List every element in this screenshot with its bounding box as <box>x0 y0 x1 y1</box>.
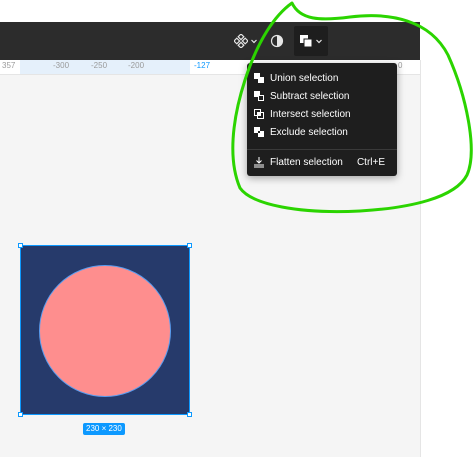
union-icon <box>254 73 264 83</box>
ellipse-shape[interactable] <box>39 265 171 397</box>
exclude-icon <box>254 127 264 137</box>
ruler-label: -300 <box>53 61 70 70</box>
ruler-label: 357 <box>2 61 16 70</box>
menu-item-label: Intersect selection <box>270 108 351 120</box>
boolean-operations-icon <box>299 35 312 48</box>
boolean-operations-button[interactable] <box>294 26 328 56</box>
menu-item-label: Flatten selection <box>270 156 343 168</box>
chevron-down-icon <box>250 39 257 44</box>
window-top-strip <box>0 0 474 22</box>
resize-handle-bottom-right[interactable] <box>187 412 192 417</box>
intersect-icon <box>254 109 264 119</box>
component-icon <box>233 34 248 48</box>
subtract-icon <box>254 91 264 101</box>
resize-handle-top-left[interactable] <box>18 243 23 248</box>
menu-item-union[interactable]: Union selection <box>247 69 397 87</box>
ruler-label: -200 <box>128 61 145 70</box>
component-tool-button[interactable] <box>232 30 260 52</box>
ruler-label: -127 <box>194 61 211 70</box>
ruler-label: -250 <box>91 61 108 70</box>
menu-item-label: Exclude selection <box>270 126 348 138</box>
ruler-label: 0 <box>398 61 403 70</box>
menu-item-label: Subtract selection <box>270 90 350 102</box>
menu-item-exclude[interactable]: Exclude selection <box>247 123 397 141</box>
resize-handle-top-right[interactable] <box>187 243 192 248</box>
selection-size-badge: 230 × 230 <box>83 423 125 435</box>
mask-icon <box>270 34 284 48</box>
right-panel <box>420 60 474 457</box>
menu-item-label: Union selection <box>270 72 339 84</box>
menu-item-flatten[interactable]: Flatten selection Ctrl+E <box>247 153 397 171</box>
boolean-operations-menu: Union selection Subtract selection Inter… <box>247 63 397 176</box>
keyboard-shortcut: Ctrl+E <box>356 156 385 168</box>
menu-item-intersect[interactable]: Intersect selection <box>247 105 397 123</box>
mask-tool-button[interactable] <box>266 30 288 52</box>
toolbar <box>0 22 420 60</box>
chevron-down-icon <box>315 39 322 44</box>
resize-handle-bottom-left[interactable] <box>18 412 23 417</box>
flatten-icon <box>254 157 264 168</box>
menu-divider <box>247 149 397 150</box>
menu-item-subtract[interactable]: Subtract selection <box>247 87 397 105</box>
